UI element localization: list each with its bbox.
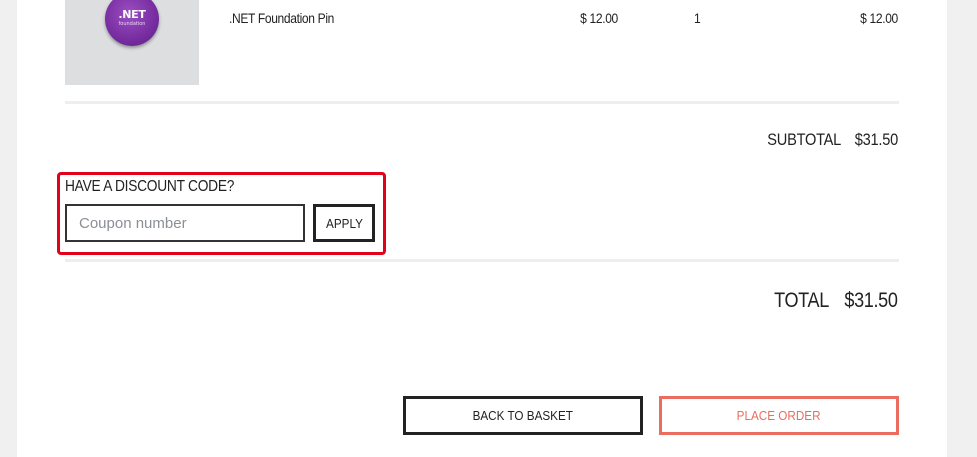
product-image: .NET foundation [65,0,199,85]
back-to-basket-label: BACK TO BASKET [472,408,574,423]
discount-title: HAVE A DISCOUNT CODE? [65,178,235,195]
apply-button[interactable]: APPLY [313,204,375,242]
pin-logo-text: .NET [118,8,146,21]
total-row: TOTAL $31.50 [774,289,899,313]
product-quantity: 1 [694,10,701,26]
pin-logo-subtext: foundation [118,21,146,27]
place-order-label: PLACE ORDER [737,408,821,423]
divider-top [65,101,899,104]
subtotal-value: $31.50 [854,130,898,149]
total-label: TOTAL [774,289,830,312]
product-name: .NET Foundation Pin [229,10,335,26]
total-value: $31.50 [844,289,899,312]
product-line-total: $ 12.00 [860,10,898,26]
divider-bottom [65,259,899,262]
back-to-basket-button[interactable]: BACK TO BASKET [403,396,643,435]
subtotal-row: SUBTOTAL $31.50 [767,130,898,150]
subtotal-label: SUBTOTAL [767,130,842,149]
coupon-input[interactable] [65,204,305,242]
place-order-button[interactable]: PLACE ORDER [659,396,899,435]
dotnet-pin-icon: .NET foundation [105,0,159,46]
apply-button-label: APPLY [325,215,363,231]
product-price: $ 12.00 [580,10,618,26]
